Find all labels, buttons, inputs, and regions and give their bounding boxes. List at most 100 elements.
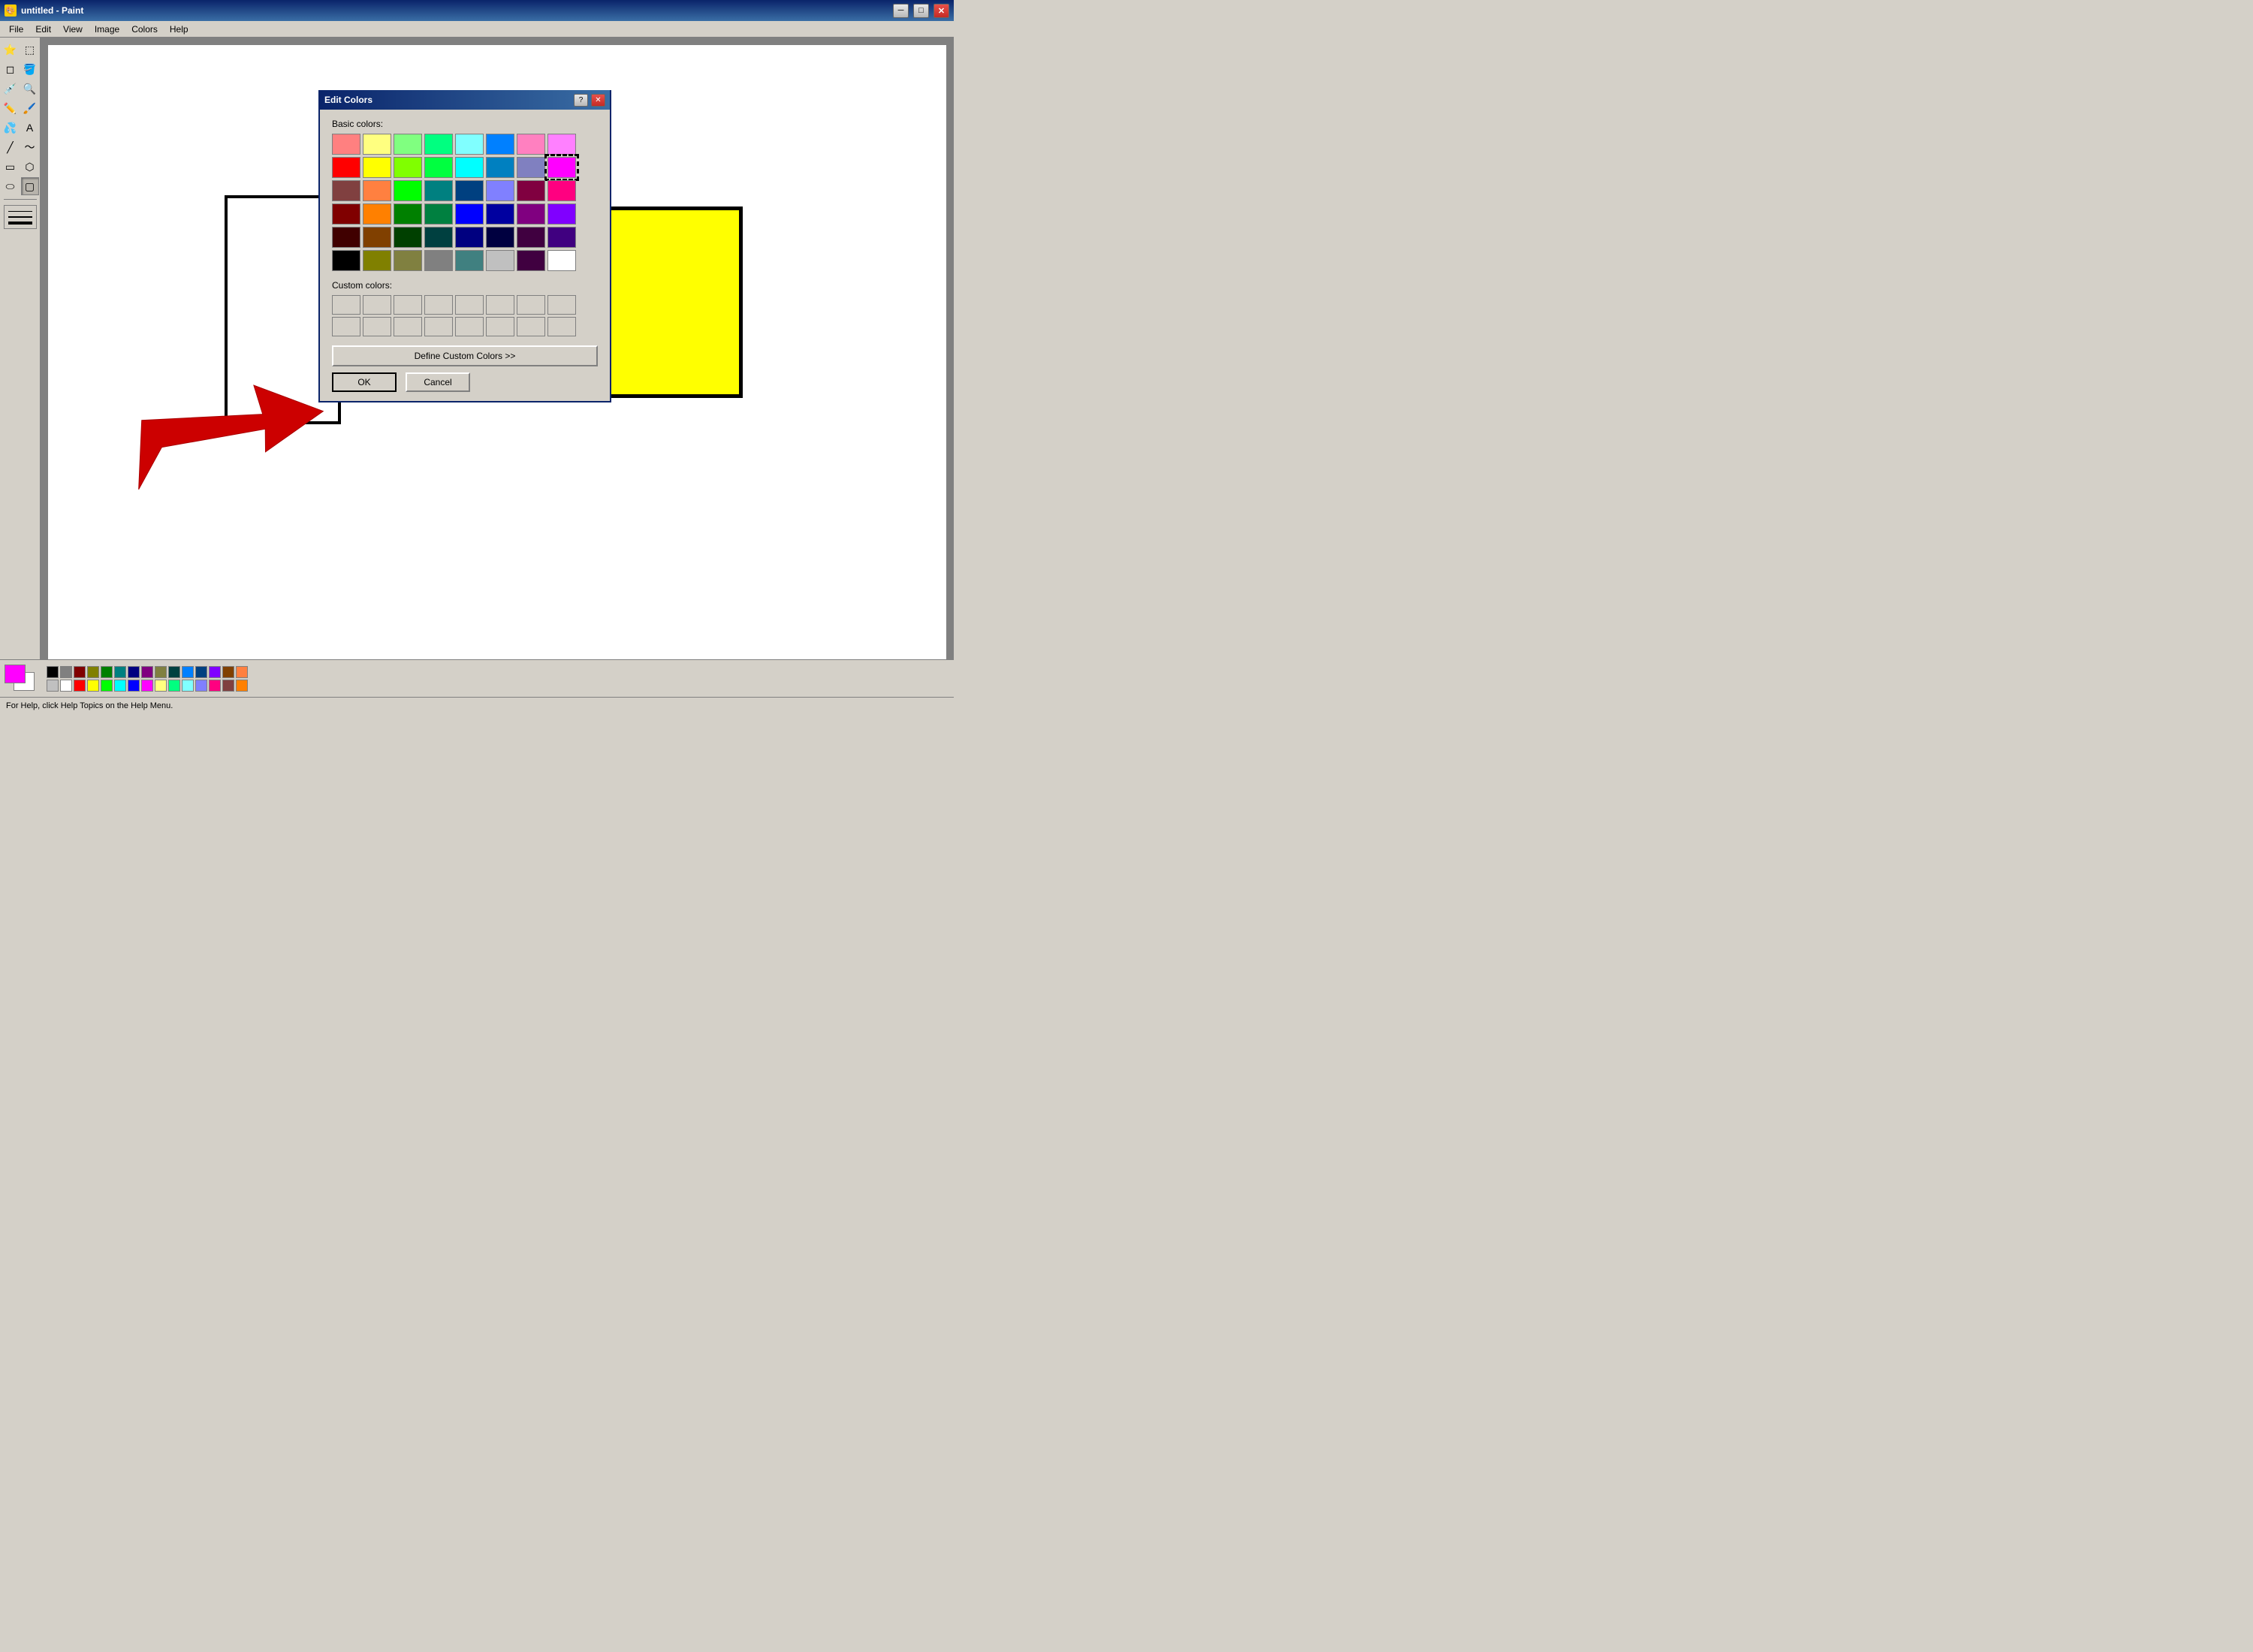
custom-color-cell-1[interactable]	[363, 295, 391, 315]
custom-color-cell-9[interactable]	[363, 317, 391, 336]
tool-rect-outline[interactable]: ▭	[2, 158, 20, 176]
custom-color-cell-0[interactable]	[332, 295, 360, 315]
close-button[interactable]: ✕	[933, 4, 949, 18]
custom-color-cell-4[interactable]	[455, 295, 484, 315]
tool-airbrush[interactable]: 💦	[2, 119, 20, 137]
basic-color-cell-29[interactable]	[486, 203, 514, 225]
basic-color-cell-15[interactable]	[547, 157, 576, 178]
palette-color-1[interactable]	[60, 666, 72, 678]
palette-color-2[interactable]	[74, 666, 86, 678]
custom-color-cell-5[interactable]	[486, 295, 514, 315]
basic-color-cell-7[interactable]	[547, 134, 576, 155]
palette-color-16[interactable]	[60, 680, 72, 692]
palette-color-11[interactable]	[195, 666, 207, 678]
basic-color-cell-13[interactable]	[486, 157, 514, 178]
tool-brush[interactable]: 🖌️	[21, 99, 39, 117]
tool-eraser[interactable]: ◻	[2, 60, 20, 78]
basic-color-cell-45[interactable]	[486, 250, 514, 271]
palette-color-9[interactable]	[168, 666, 180, 678]
basic-color-cell-12[interactable]	[455, 157, 484, 178]
palette-color-14[interactable]	[236, 666, 248, 678]
tool-pencil[interactable]: ✏️	[2, 99, 20, 117]
basic-color-cell-3[interactable]	[424, 134, 453, 155]
basic-color-cell-21[interactable]	[486, 180, 514, 201]
palette-color-8[interactable]	[155, 666, 167, 678]
palette-color-0[interactable]	[47, 666, 59, 678]
basic-color-cell-5[interactable]	[486, 134, 514, 155]
basic-color-cell-14[interactable]	[517, 157, 545, 178]
basic-color-cell-20[interactable]	[455, 180, 484, 201]
palette-color-12[interactable]	[209, 666, 221, 678]
basic-color-cell-2[interactable]	[394, 134, 422, 155]
basic-color-cell-22[interactable]	[517, 180, 545, 201]
basic-color-cell-18[interactable]	[394, 180, 422, 201]
basic-color-cell-36[interactable]	[455, 227, 484, 248]
basic-color-cell-19[interactable]	[424, 180, 453, 201]
basic-color-cell-37[interactable]	[486, 227, 514, 248]
palette-color-17[interactable]	[74, 680, 86, 692]
tool-select-free[interactable]: ⭐	[2, 41, 20, 59]
basic-color-cell-32[interactable]	[332, 227, 360, 248]
palette-color-19[interactable]	[101, 680, 113, 692]
palette-color-27[interactable]	[209, 680, 221, 692]
basic-color-cell-43[interactable]	[424, 250, 453, 271]
line-size-1[interactable]	[7, 208, 34, 214]
foreground-color-box[interactable]	[5, 665, 26, 683]
palette-color-21[interactable]	[128, 680, 140, 692]
basic-color-cell-40[interactable]	[332, 250, 360, 271]
basic-color-cell-16[interactable]	[332, 180, 360, 201]
custom-color-cell-12[interactable]	[455, 317, 484, 336]
basic-color-cell-26[interactable]	[394, 203, 422, 225]
basic-color-cell-25[interactable]	[363, 203, 391, 225]
palette-color-3[interactable]	[87, 666, 99, 678]
basic-color-cell-46[interactable]	[517, 250, 545, 271]
tool-text[interactable]: A	[21, 119, 39, 137]
menu-view[interactable]: View	[57, 23, 89, 36]
dialog-close-button[interactable]: ✕	[591, 94, 605, 107]
palette-color-28[interactable]	[222, 680, 234, 692]
basic-color-cell-1[interactable]	[363, 134, 391, 155]
palette-color-25[interactable]	[182, 680, 194, 692]
basic-color-cell-28[interactable]	[455, 203, 484, 225]
basic-color-cell-31[interactable]	[547, 203, 576, 225]
custom-color-cell-6[interactable]	[517, 295, 545, 315]
basic-color-cell-9[interactable]	[363, 157, 391, 178]
tool-line[interactable]: ╱	[2, 138, 20, 156]
basic-color-cell-17[interactable]	[363, 180, 391, 201]
palette-color-22[interactable]	[141, 680, 153, 692]
palette-color-20[interactable]	[114, 680, 126, 692]
palette-color-29[interactable]	[236, 680, 248, 692]
menu-file[interactable]: File	[3, 23, 29, 36]
palette-color-24[interactable]	[168, 680, 180, 692]
palette-color-10[interactable]	[182, 666, 194, 678]
define-custom-colors-button[interactable]: Define Custom Colors >>	[332, 345, 598, 366]
palette-color-7[interactable]	[141, 666, 153, 678]
palette-color-4[interactable]	[101, 666, 113, 678]
basic-color-cell-47[interactable]	[547, 250, 576, 271]
tool-select-rect[interactable]: ⬚	[21, 41, 39, 59]
palette-color-15[interactable]	[47, 680, 59, 692]
tool-curve[interactable]: 〜	[21, 138, 39, 156]
custom-color-cell-14[interactable]	[517, 317, 545, 336]
menu-help[interactable]: Help	[164, 23, 195, 36]
custom-color-cell-15[interactable]	[547, 317, 576, 336]
basic-color-cell-11[interactable]	[424, 157, 453, 178]
tool-fill[interactable]: 🪣	[21, 60, 39, 78]
dialog-help-button[interactable]: ?	[574, 94, 588, 107]
custom-color-cell-13[interactable]	[486, 317, 514, 336]
palette-color-13[interactable]	[222, 666, 234, 678]
basic-color-cell-27[interactable]	[424, 203, 453, 225]
basic-color-cell-23[interactable]	[547, 180, 576, 201]
palette-color-26[interactable]	[195, 680, 207, 692]
basic-color-cell-0[interactable]	[332, 134, 360, 155]
basic-color-cell-8[interactable]	[332, 157, 360, 178]
palette-color-23[interactable]	[155, 680, 167, 692]
minimize-button[interactable]: ─	[893, 4, 909, 18]
canvas-area[interactable]: Edit Colors ? ✕ Basic colors: Custom col…	[41, 38, 954, 659]
menu-colors[interactable]: Colors	[125, 23, 164, 36]
custom-color-cell-3[interactable]	[424, 295, 453, 315]
tool-eyedropper[interactable]: 💉	[2, 80, 20, 98]
palette-color-5[interactable]	[114, 666, 126, 678]
menu-edit[interactable]: Edit	[29, 23, 57, 36]
custom-color-cell-7[interactable]	[547, 295, 576, 315]
